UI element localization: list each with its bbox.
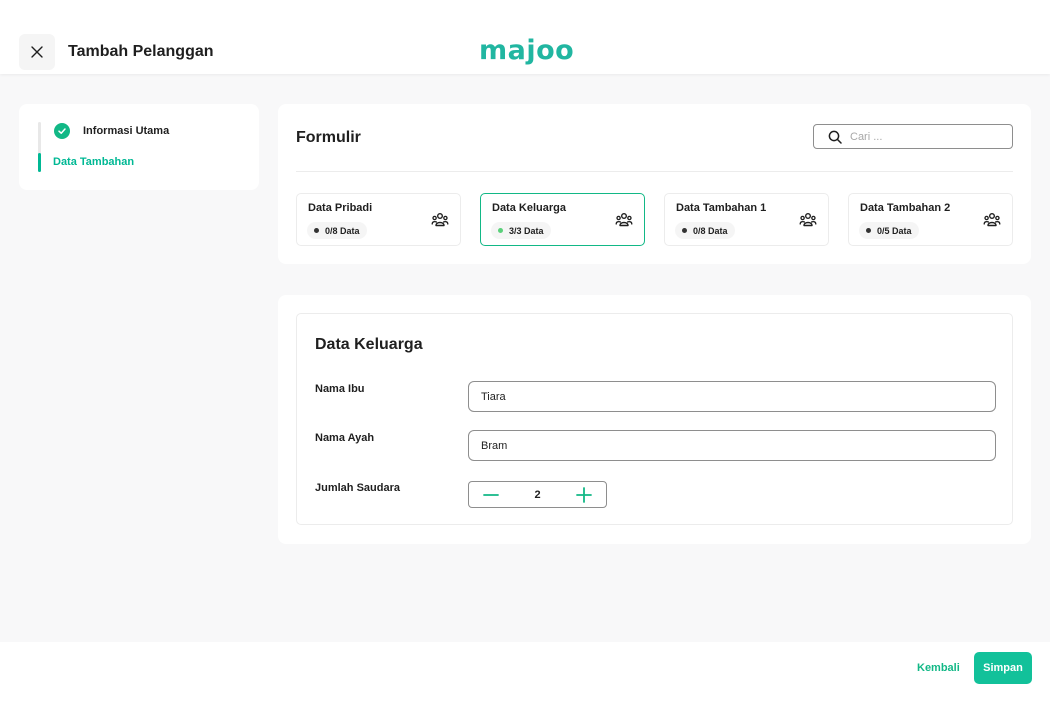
status-badge: 3/3 Data (491, 222, 551, 239)
badge-text: 0/5 Data (877, 225, 912, 236)
nama-ayah-input[interactable] (468, 430, 996, 461)
majoo-logo: majoo (479, 35, 575, 66)
data-keluarga-section: Data Keluarga Nama Ibu Nama Ayah Jumlah … (278, 295, 1031, 544)
stepper-value[interactable]: 2 (534, 489, 540, 501)
users-group-icon (431, 213, 449, 227)
step-informasi-utama[interactable]: Informasi Utama (54, 123, 169, 139)
status-dot (866, 228, 871, 233)
page-title: Tambah Pelanggan (68, 43, 214, 60)
minus-icon (483, 493, 499, 496)
search-box[interactable] (813, 124, 1013, 149)
jumlah-saudara-label: Jumlah Saudara (315, 482, 400, 494)
formulir-title: Formulir (296, 129, 361, 146)
users-group-icon (799, 213, 817, 227)
users-group-icon (615, 213, 633, 227)
step-sidebar: Informasi Utama Data Tambahan (19, 104, 259, 190)
formulir-card: Formulir Data Pribadi 0/8 Data Data Kelu… (278, 104, 1031, 264)
search-icon (828, 130, 842, 144)
badge-text: 0/8 Data (325, 225, 360, 236)
close-icon (31, 46, 43, 58)
nama-ibu-input[interactable] (468, 381, 996, 412)
tab-data-keluarga[interactable]: Data Keluarga 3/3 Data (480, 193, 645, 246)
check-circle-icon (54, 123, 70, 139)
close-button[interactable] (19, 34, 55, 70)
status-dot (498, 228, 503, 233)
data-keluarga-form: Data Keluarga Nama Ibu Nama Ayah Jumlah … (296, 313, 1013, 525)
tab-name: Data Tambahan 1 (676, 202, 767, 214)
top-header: Tambah Pelanggan majoo (0, 0, 1050, 74)
step-track-active (38, 153, 41, 172)
badge-text: 0/8 Data (693, 225, 728, 236)
search-input[interactable] (850, 130, 1000, 143)
jumlah-saudara-stepper: 2 (468, 481, 607, 508)
footer-bar: Kembali Simpan (0, 642, 1050, 722)
plus-icon (576, 486, 592, 503)
users-group-icon (983, 213, 1001, 227)
tab-data-tambahan-2[interactable]: Data Tambahan 2 0/5 Data (848, 193, 1013, 246)
section-title: Data Keluarga (315, 336, 423, 353)
nama-ibu-label: Nama Ibu (315, 383, 365, 395)
nama-ayah-label: Nama Ayah (315, 432, 375, 444)
status-dot (682, 228, 687, 233)
tab-name: Data Tambahan 2 (860, 202, 951, 214)
step-data-tambahan[interactable]: Data Tambahan (53, 156, 134, 168)
tab-name: Data Keluarga (492, 202, 566, 214)
divider (296, 171, 1013, 172)
kembali-button[interactable]: Kembali (909, 652, 968, 684)
increment-button[interactable] (576, 486, 592, 503)
tab-data-tambahan-1[interactable]: Data Tambahan 1 0/8 Data (664, 193, 829, 246)
simpan-button[interactable]: Simpan (974, 652, 1032, 684)
tab-data-pribadi[interactable]: Data Pribadi 0/8 Data (296, 193, 461, 246)
badge-text: 3/3 Data (509, 225, 544, 236)
status-badge: 0/8 Data (307, 222, 367, 239)
status-badge: 0/8 Data (675, 222, 735, 239)
decrement-button[interactable] (483, 487, 499, 503)
status-dot (314, 228, 319, 233)
status-badge: 0/5 Data (859, 222, 919, 239)
step-label: Informasi Utama (83, 125, 170, 137)
tab-name: Data Pribadi (308, 202, 373, 214)
